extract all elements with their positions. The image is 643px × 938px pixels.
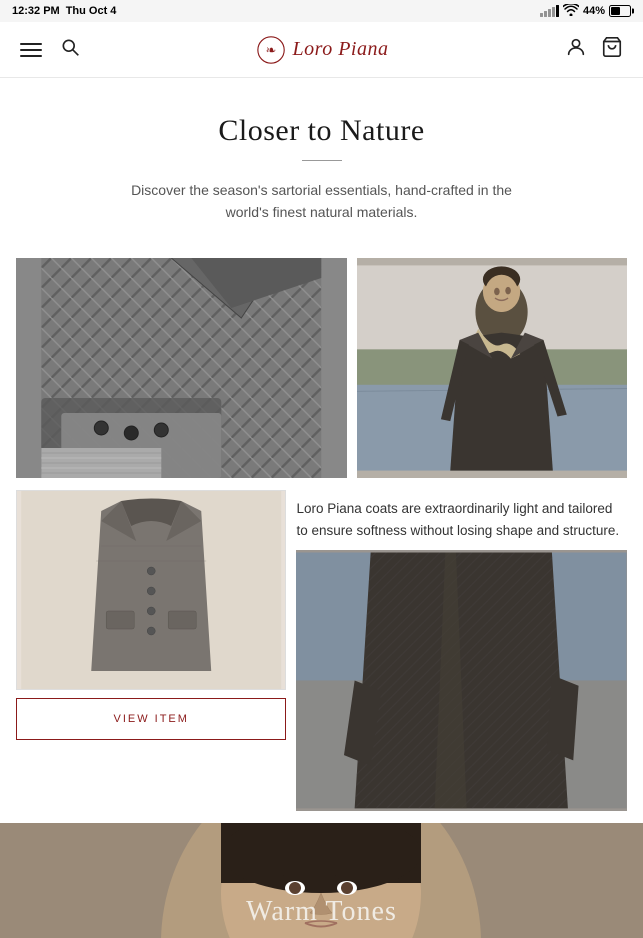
- man-portrait-top: [357, 258, 627, 478]
- cart-button[interactable]: [601, 36, 623, 63]
- brand-name: Loro Piana: [293, 38, 389, 61]
- nav-bar: ❧ Loro Piana: [0, 22, 643, 78]
- warm-tones-section: Warm Tones: [0, 823, 643, 938]
- status-left: 12:32 PM Thu Oct 4: [12, 5, 116, 17]
- warm-tones-overlay: Warm Tones: [0, 896, 643, 928]
- status-day: Thu Oct 4: [66, 5, 117, 17]
- coat-product-image: [16, 490, 286, 690]
- nav-right: [565, 36, 623, 63]
- content-area: VIEW ITEM Loro Piana coats are extraordi…: [0, 248, 643, 811]
- man-portrait-bottom: [296, 550, 627, 811]
- wifi-icon: [563, 4, 579, 19]
- warm-tones-title: Warm Tones: [0, 896, 643, 928]
- bottom-content-row: VIEW ITEM Loro Piana coats are extraordi…: [16, 490, 627, 811]
- hero-section: Closer to Nature Discover the season's s…: [0, 78, 643, 248]
- battery-icon: [609, 5, 631, 17]
- status-bar: 12:32 PM Thu Oct 4 44%: [0, 0, 643, 22]
- bottom-right-col: Loro Piana coats are extraordinarily lig…: [296, 490, 627, 811]
- view-item-button[interactable]: VIEW ITEM: [16, 698, 286, 740]
- hero-subtitle: Discover the season's sartorial essentia…: [122, 179, 522, 224]
- account-button[interactable]: [565, 36, 587, 63]
- nav-left: [20, 37, 80, 62]
- top-image-row: [16, 258, 627, 478]
- menu-button[interactable]: [20, 43, 42, 57]
- status-time: 12:32 PM: [12, 5, 60, 17]
- battery-percentage: 44%: [583, 5, 605, 17]
- svg-text:❧: ❧: [265, 42, 276, 57]
- brand-logo[interactable]: ❧ Loro Piana: [255, 34, 389, 66]
- search-button[interactable]: [60, 37, 80, 62]
- logo-emblem: ❧: [255, 34, 287, 66]
- bottom-left-col: VIEW ITEM: [16, 490, 286, 811]
- hero-divider: [302, 160, 342, 161]
- signal-icon: [540, 5, 559, 17]
- status-right: 44%: [540, 4, 631, 19]
- product-description: Loro Piana coats are extraordinarily lig…: [296, 490, 627, 551]
- hero-title: Closer to Nature: [40, 114, 603, 148]
- fabric-image: [16, 258, 347, 478]
